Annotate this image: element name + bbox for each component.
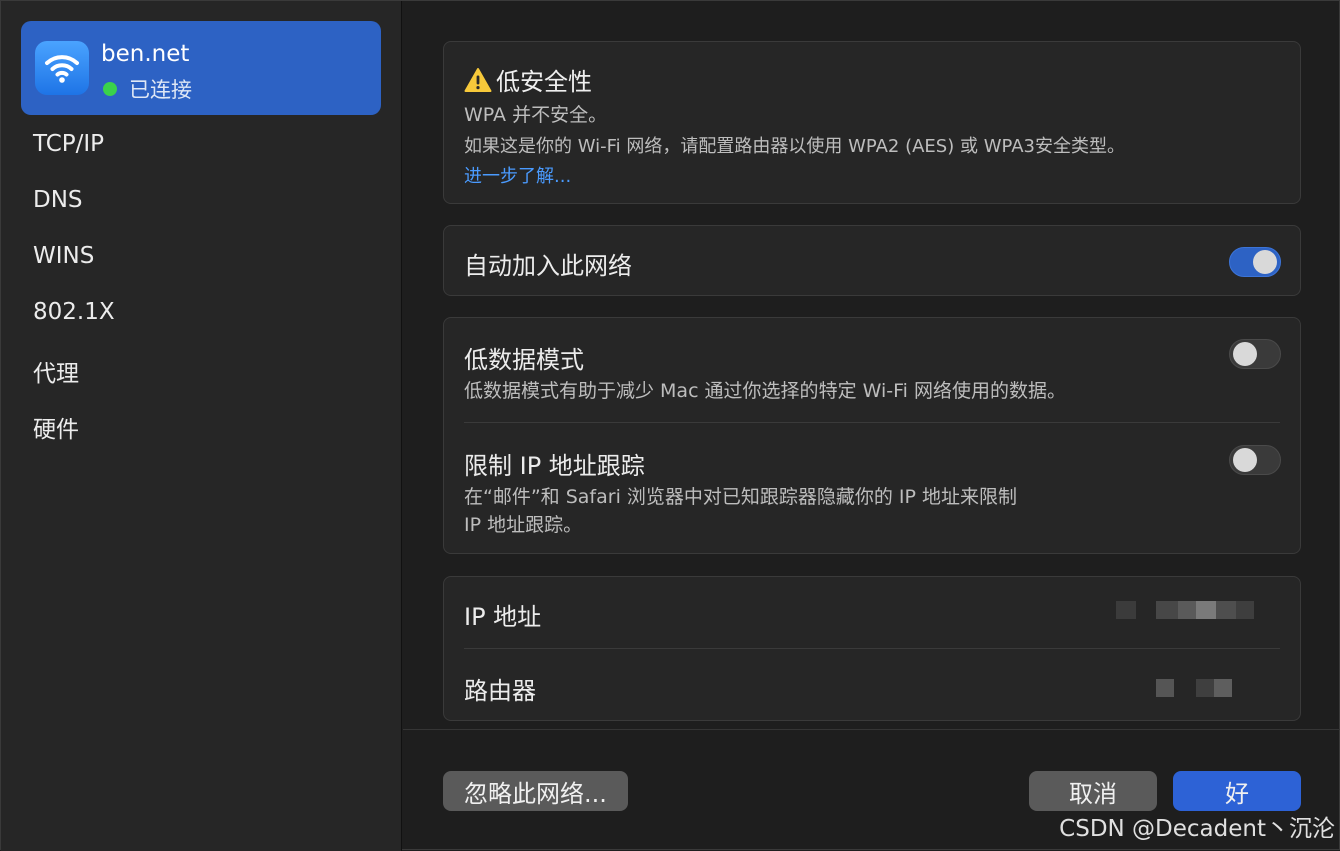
- limit-ip-label: 限制 IP 地址跟踪: [464, 452, 645, 480]
- watermark: CSDN @Decadent丶沉沦: [1059, 816, 1335, 842]
- security-warning-panel: 低安全性 WPA 并不安全。 如果这是你的 Wi-Fi 网络，请配置路由器以使用…: [443, 41, 1301, 204]
- footer-divider: [403, 729, 1340, 730]
- status-dot-icon: [103, 82, 117, 96]
- security-line-1: WPA 并不安全。: [464, 104, 608, 126]
- security-title-label: 低安全性: [496, 68, 592, 96]
- ip-address-label: IP 地址: [464, 603, 542, 631]
- learn-more-link[interactable]: 进一步了解...: [464, 162, 571, 188]
- sidebar-item-hardware[interactable]: 硬件: [33, 410, 79, 444]
- low-data-description: 低数据模式有助于减少 Mac 通过你选择的特定 Wi-Fi 网络使用的数据。: [464, 380, 1066, 402]
- low-data-label: 低数据模式: [464, 346, 584, 374]
- network-card[interactable]: ben.net 已连接: [21, 21, 381, 115]
- network-name: ben.net: [101, 41, 190, 67]
- connection-status: 已连接: [101, 74, 192, 104]
- auto-join-label: 自动加入此网络: [464, 252, 632, 280]
- forget-network-button[interactable]: 忽略此网络...: [443, 771, 628, 811]
- low-data-toggle[interactable]: [1229, 339, 1281, 369]
- limit-ip-description-1: 在“邮件”和 Safari 浏览器中对已知跟踪器隐藏你的 IP 地址来限制: [464, 486, 1018, 508]
- router-label: 路由器: [464, 677, 536, 705]
- address-panel: IP 地址 路由器: [443, 576, 1301, 721]
- sidebar-item-dns[interactable]: DNS: [33, 187, 83, 213]
- auto-join-toggle[interactable]: [1229, 247, 1281, 277]
- wifi-icon: [35, 41, 89, 95]
- sidebar-item-tcpip[interactable]: TCP/IP: [33, 131, 104, 157]
- cancel-button[interactable]: 取消: [1029, 771, 1157, 811]
- ok-button[interactable]: 好: [1173, 771, 1301, 811]
- divider: [464, 422, 1280, 423]
- sidebar: ben.net 已连接 TCP/IP DNS WINS 802.1X 代理 硬件: [1, 1, 402, 851]
- sidebar-item-proxy[interactable]: 代理: [33, 354, 79, 388]
- limit-ip-toggle[interactable]: [1229, 445, 1281, 475]
- security-title: 低安全性: [464, 62, 592, 97]
- security-line-2: 如果这是你的 Wi-Fi 网络，请配置路由器以使用 WPA2 (AES) 或 W…: [464, 136, 1125, 157]
- warning-icon: [464, 67, 492, 93]
- connection-status-label: 已连接: [129, 78, 192, 102]
- sidebar-item-wins[interactable]: WINS: [33, 243, 94, 269]
- main-content: 低安全性 WPA 并不安全。 如果这是你的 Wi-Fi 网络，请配置路由器以使用…: [403, 1, 1340, 851]
- limit-ip-description-2: IP 地址跟踪。: [464, 514, 583, 536]
- network-details-dialog: ben.net 已连接 TCP/IP DNS WINS 802.1X 代理 硬件: [0, 0, 1340, 851]
- privacy-panel: 低数据模式 低数据模式有助于减少 Mac 通过你选择的特定 Wi-Fi 网络使用…: [443, 317, 1301, 554]
- divider: [464, 648, 1280, 649]
- sidebar-item-8021x[interactable]: 802.1X: [33, 299, 115, 325]
- auto-join-panel: 自动加入此网络: [443, 225, 1301, 296]
